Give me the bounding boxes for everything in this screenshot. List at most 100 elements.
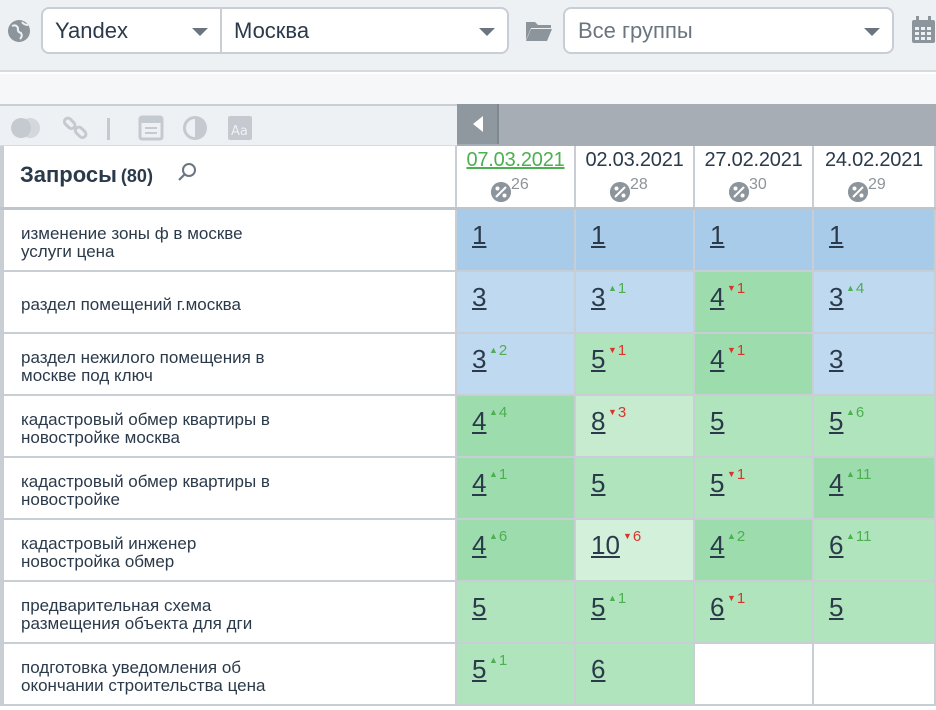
position-value[interactable]: 5 [710, 406, 724, 437]
date-column-header[interactable]: 07.03.2021 26 [457, 146, 576, 208]
percent-icon [729, 182, 749, 202]
query-row-label[interactable]: раздел помещений г.москва [0, 272, 457, 334]
arrow-up-icon: ▲ [846, 283, 855, 293]
position-value[interactable]: 6 [710, 592, 724, 623]
position-cell[interactable]: 5 ▲1 [576, 582, 695, 644]
position-value[interactable]: 4 [472, 406, 486, 437]
toggle-icon[interactable] [9, 115, 41, 141]
position-value[interactable]: 6 [829, 530, 843, 561]
position-value[interactable]: 5 [829, 592, 843, 623]
position-value[interactable]: 8 [591, 406, 605, 437]
position-cell[interactable]: 5 ▼1 [576, 334, 695, 396]
position-value[interactable]: 1 [829, 220, 843, 251]
position-cell[interactable]: 5 [814, 582, 936, 644]
position-value[interactable]: 4 [710, 530, 724, 561]
queries-header: Запросы (80) [0, 146, 457, 208]
position-value[interactable]: 3 [829, 344, 843, 375]
position-value[interactable]: 1 [710, 220, 724, 251]
position-cell[interactable]: 4 ▲6 [457, 520, 576, 582]
position-cell[interactable]: 8 ▼3 [576, 396, 695, 458]
query-row-label[interactable]: подготовка уведомления об окончании строи… [0, 644, 457, 706]
position-value[interactable]: 5 [829, 406, 843, 437]
position-cell[interactable]: 3 ▲1 [576, 272, 695, 334]
position-value[interactable]: 3 [472, 344, 486, 375]
search-icon[interactable] [177, 162, 197, 182]
position-cell[interactable]: 3 [457, 272, 576, 334]
date-column-header[interactable]: 24.02.2021 29 [814, 146, 936, 208]
link-icon[interactable] [62, 115, 90, 141]
position-cell[interactable]: 3 ▲2 [457, 334, 576, 396]
position-value[interactable]: 10 [591, 530, 620, 561]
position-change: ▲6 [846, 404, 864, 421]
position-cell[interactable]: 6 ▼1 [695, 582, 814, 644]
position-cell[interactable]: 5 ▲6 [814, 396, 936, 458]
position-value[interactable]: 5 [591, 344, 605, 375]
calendar-icon[interactable] [911, 16, 936, 44]
query-row-label[interactable]: кадастровый обмер квартиры в новостройке … [0, 396, 457, 458]
date-label[interactable]: 02.03.2021 [576, 149, 693, 172]
position-value[interactable]: 1 [472, 220, 486, 251]
position-change: ▲2 [727, 528, 745, 545]
position-value[interactable]: 3 [591, 282, 605, 313]
region-select[interactable]: Москва [220, 7, 509, 54]
date-column-header[interactable]: 27.02.2021 30 [695, 146, 814, 208]
position-cell[interactable]: 5 ▲1 [457, 644, 576, 706]
position-value[interactable]: 1 [591, 220, 605, 251]
position-value[interactable]: 5 [591, 592, 605, 623]
position-value[interactable]: 4 [710, 282, 724, 313]
position-value[interactable]: 5 [591, 468, 605, 499]
position-cell[interactable]: 6 [576, 644, 695, 706]
position-value[interactable]: 6 [591, 654, 605, 685]
arrow-up-icon: ▲ [489, 345, 498, 355]
contrast-icon[interactable] [182, 115, 208, 141]
date-column-header[interactable]: 02.03.2021 28 [576, 146, 695, 208]
query-row-label[interactable]: кадастровый инженер новостройка обмер [0, 520, 457, 582]
position-cell[interactable]: 1 [695, 210, 814, 272]
position-cell[interactable]: 4 ▲11 [814, 458, 936, 520]
position-cell[interactable]: 4 ▲4 [457, 396, 576, 458]
position-change: ▼1 [727, 280, 745, 297]
position-cell[interactable]: 4 ▼1 [695, 334, 814, 396]
position-cell[interactable]: 4 ▼1 [695, 272, 814, 334]
folder-icon[interactable] [525, 19, 553, 43]
search-engine-select[interactable]: Yandex [41, 7, 222, 54]
date-label[interactable]: 07.03.2021 [457, 149, 574, 172]
position-value[interactable]: 4 [829, 468, 843, 499]
position-cell[interactable]: 5 ▼1 [695, 458, 814, 520]
window-icon[interactable] [138, 115, 164, 141]
position-value[interactable]: 4 [472, 468, 486, 499]
table-tools: Aa [0, 104, 457, 146]
groups-select[interactable]: Все группы [563, 7, 894, 54]
position-cell[interactable]: 1 [576, 210, 695, 272]
position-cell[interactable]: 1 [814, 210, 936, 272]
query-row-label[interactable]: предварительная схема размещения объекта … [0, 582, 457, 644]
date-label[interactable]: 27.02.2021 [695, 149, 812, 172]
position-value[interactable]: 5 [472, 592, 486, 623]
position-cell[interactable]: 4 ▲2 [695, 520, 814, 582]
position-change-value: 1 [736, 280, 746, 297]
position-cell[interactable]: 6 ▲11 [814, 520, 936, 582]
query-row-label[interactable]: кадастровый обмер квартиры в новостройке [0, 458, 457, 520]
position-value[interactable]: 4 [710, 344, 724, 375]
position-value[interactable]: 5 [710, 468, 724, 499]
font-size-icon[interactable]: Aa [227, 115, 253, 141]
position-cell[interactable]: 4 ▲1 [457, 458, 576, 520]
position-cell[interactable]: 3 ▲4 [814, 272, 936, 334]
query-text-line: окончании строительства цена [21, 676, 266, 695]
position-cell[interactable]: 3 [814, 334, 936, 396]
collapse-columns-button[interactable] [457, 104, 499, 144]
date-label[interactable]: 24.02.2021 [814, 149, 934, 172]
position-value[interactable]: 3 [829, 282, 843, 313]
position-value[interactable]: 4 [472, 530, 486, 561]
position-value[interactable]: 5 [472, 654, 486, 685]
query-row-label[interactable]: раздел нежилого помещения в москве под кл… [0, 334, 457, 396]
globe-icon[interactable] [6, 18, 32, 44]
query-row-label[interactable]: изменение зоны ф в москве услуги цена [0, 210, 457, 272]
position-cell[interactable]: 5 [576, 458, 695, 520]
position-value[interactable]: 3 [472, 282, 486, 313]
position-cell[interactable]: 5 [457, 582, 576, 644]
position-cell[interactable]: 1 [457, 210, 576, 272]
position-cell[interactable]: 5 [695, 396, 814, 458]
position-cell[interactable]: 10 ▼6 [576, 520, 695, 582]
query-text-line: москве под ключ [21, 366, 153, 385]
